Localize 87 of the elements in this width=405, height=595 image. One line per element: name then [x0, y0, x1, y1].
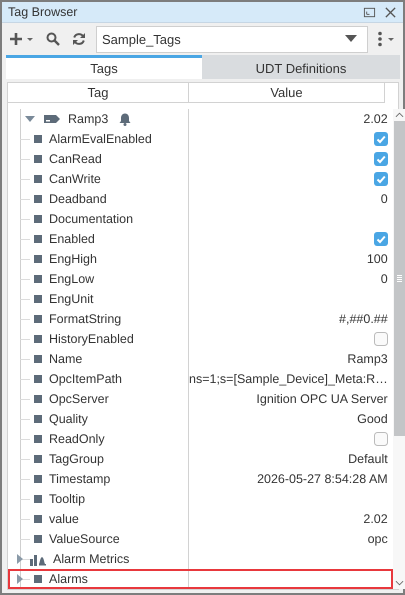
- provider-dropdown[interactable]: Sample_Tags: [96, 26, 368, 52]
- property-icon: [34, 255, 42, 263]
- property-icon: [34, 315, 42, 323]
- tag-value: 2.02: [363, 512, 388, 526]
- checkbox[interactable]: [374, 172, 388, 186]
- property-icon: [34, 435, 42, 443]
- tag-name[interactable]: EngUnit: [49, 292, 94, 306]
- tag-name[interactable]: HistoryEnabled: [49, 332, 134, 346]
- tag-value: 2.02: [363, 112, 388, 126]
- checkbox[interactable]: [374, 432, 388, 446]
- tag-name[interactable]: EngHigh: [49, 252, 97, 266]
- column-header[interactable]: Tag: [8, 83, 189, 102]
- checkbox[interactable]: [374, 332, 388, 346]
- scroll-up-icon[interactable]: [394, 112, 404, 118]
- property-icon: [34, 535, 42, 543]
- scroll-down-icon[interactable]: [394, 580, 404, 586]
- tag-value: #,##0.##: [339, 312, 388, 326]
- tag-name[interactable]: value: [49, 512, 79, 526]
- tag-value: 100: [366, 252, 388, 266]
- property-icon: [34, 455, 42, 463]
- tag-name[interactable]: Quality: [49, 412, 88, 426]
- tag-name[interactable]: EngLow: [49, 272, 94, 286]
- tag-name[interactable]: ReadOnly: [49, 432, 105, 446]
- tag-name[interactable]: Alarm Metrics: [53, 552, 130, 566]
- property-icon: [34, 175, 42, 183]
- property-icon: [34, 195, 42, 203]
- chart-bell-icon: [30, 552, 46, 566]
- property-icon: [34, 295, 42, 303]
- checkbox[interactable]: [374, 152, 388, 166]
- property-icon: [34, 515, 42, 523]
- tag-name[interactable]: AlarmEvalEnabled: [49, 132, 152, 146]
- property-icon: [34, 395, 42, 403]
- scroll-thumb[interactable]: [394, 121, 405, 436]
- tag-value: opc: [368, 532, 388, 546]
- more-options-icon[interactable]: [376, 31, 394, 47]
- tag-name[interactable]: CanRead: [49, 152, 102, 166]
- tag-value: ns=1;s=[Sample_Device]_Meta:R…: [189, 372, 388, 386]
- add-icon[interactable]: [10, 32, 34, 46]
- tag-value: Ramp3: [347, 352, 388, 366]
- tag-name[interactable]: TagGroup: [49, 452, 104, 466]
- tag-name[interactable]: Timestamp: [49, 472, 110, 486]
- property-icon: [34, 495, 42, 503]
- tag-name[interactable]: Documentation: [49, 212, 134, 226]
- scrollbar[interactable]: [392, 109, 405, 589]
- window-title: Tag Browser: [8, 5, 78, 19]
- property-icon: [34, 135, 42, 143]
- property-icon: [34, 155, 42, 163]
- column-header[interactable]: Value: [189, 83, 384, 102]
- tag-name[interactable]: Enabled: [49, 232, 95, 246]
- dropdown-caret-icon: [345, 35, 357, 43]
- tab[interactable]: Tags: [6, 55, 202, 79]
- checkbox[interactable]: [374, 132, 388, 146]
- checkbox[interactable]: [374, 232, 388, 246]
- close-icon[interactable]: [384, 6, 397, 18]
- tag-value: Good: [357, 412, 388, 426]
- tag-value: 0: [380, 272, 388, 286]
- tag-name[interactable]: OpcItemPath: [49, 372, 122, 386]
- property-icon: [34, 235, 42, 243]
- property-icon: [34, 415, 42, 423]
- restore-icon[interactable]: [363, 6, 376, 18]
- tag-name[interactable]: Ramp3: [68, 112, 108, 126]
- tag-name[interactable]: Deadband: [49, 192, 107, 206]
- tag-name[interactable]: Alarms: [49, 572, 88, 586]
- collapsed-arrow-icon[interactable]: [16, 554, 24, 564]
- tag-name[interactable]: CanWrite: [49, 172, 101, 186]
- tag-name[interactable]: Tooltip: [49, 492, 86, 506]
- search-icon[interactable]: [46, 32, 60, 46]
- tag-value: 2026-05-27 8:54:28 AM: [257, 472, 388, 486]
- property-icon: [34, 215, 42, 223]
- tag-value: Ignition OPC UA Server: [256, 392, 388, 406]
- tag-name[interactable]: FormatString: [49, 312, 122, 326]
- expanded-arrow-icon[interactable]: [25, 115, 35, 123]
- tag-name[interactable]: OpcServer: [49, 392, 109, 406]
- property-icon: [34, 475, 42, 483]
- property-icon: [34, 355, 42, 363]
- tab[interactable]: UDT Definitions: [202, 55, 400, 79]
- property-icon: [34, 275, 42, 283]
- tag-value: Default: [348, 452, 388, 466]
- tag-name[interactable]: ValueSource: [49, 532, 120, 546]
- property-icon: [34, 335, 42, 343]
- tag-icon: [43, 113, 61, 125]
- tag-name[interactable]: Name: [49, 352, 82, 366]
- collapsed-arrow-icon[interactable]: [16, 574, 24, 584]
- property-icon: [34, 575, 42, 583]
- refresh-icon[interactable]: [72, 32, 86, 46]
- property-icon: [34, 375, 42, 383]
- tag-value: 0: [380, 192, 388, 206]
